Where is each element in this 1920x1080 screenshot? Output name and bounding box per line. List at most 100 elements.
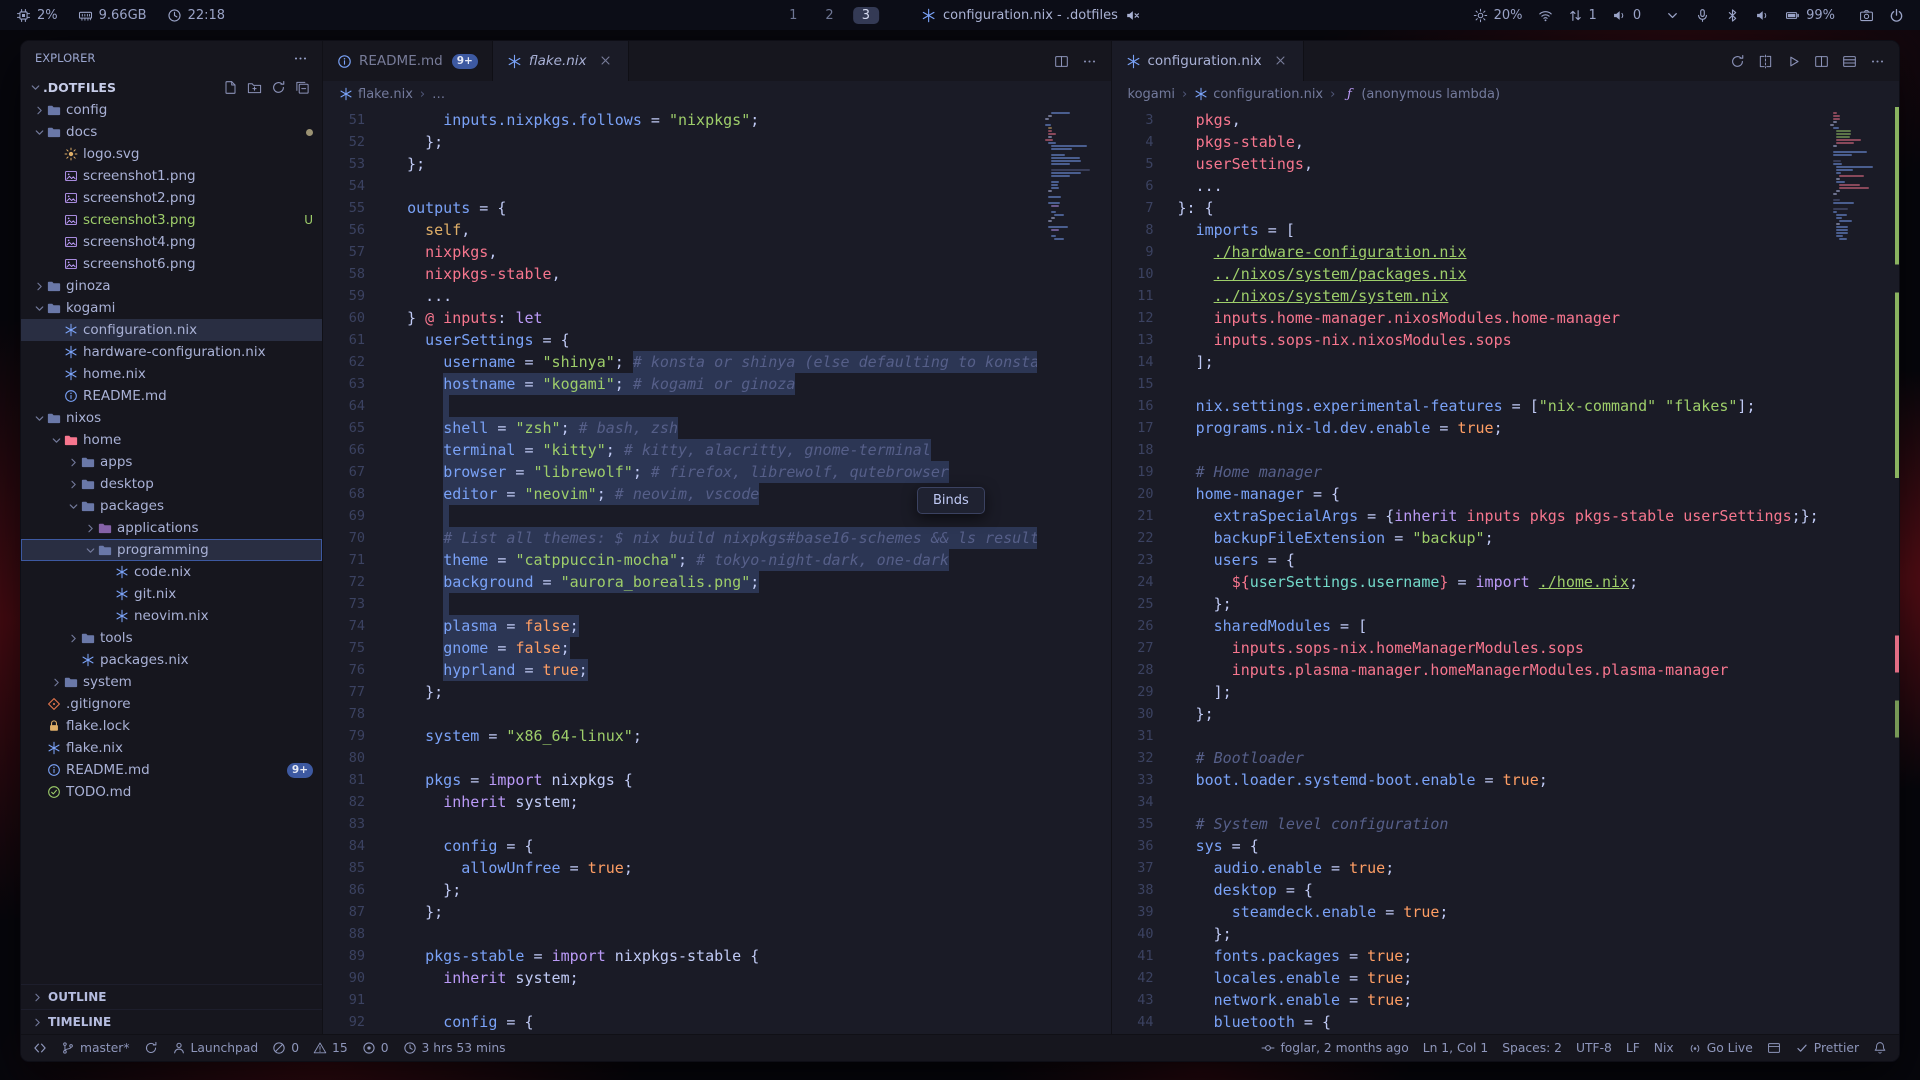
code-line[interactable]: 12 inputs.home-manager.nixosModules.home… — [1112, 307, 1826, 329]
workspace-1[interactable]: 1 — [780, 7, 806, 24]
code-line[interactable]: 90 inherit system; — [323, 967, 1037, 989]
brightness-indicator[interactable]: 20% — [1473, 8, 1523, 23]
tree-file-home-nix[interactable]: home.nix — [21, 363, 322, 385]
tree-file-screenshot6-png[interactable]: screenshot6.png — [21, 253, 322, 275]
code-line[interactable]: 66 terminal = "kitty"; # kitty, alacritt… — [323, 439, 1037, 461]
code-line[interactable]: 74 plasma = false; — [323, 615, 1037, 637]
close-icon[interactable] — [1273, 53, 1289, 69]
run-code-icon[interactable] — [1786, 54, 1801, 69]
code-line[interactable]: 85 allowUnfree = true; — [323, 857, 1037, 879]
code-line[interactable]: 17 programs.nix-ld.dev.enable = true; — [1112, 417, 1826, 439]
code-line[interactable]: 41 fonts.packages = true; — [1112, 945, 1826, 967]
code-line[interactable]: 87 }; — [323, 901, 1037, 923]
code-line[interactable]: 43 network.enable = true; — [1112, 989, 1826, 1011]
code-line[interactable]: 88 — [323, 923, 1037, 945]
mic-indicator[interactable] — [1695, 8, 1710, 23]
tab-flake-nix[interactable]: flake.nix — [493, 41, 629, 81]
errors[interactable]: 0 — [272, 1035, 299, 1061]
minimap[interactable] — [1037, 107, 1111, 1034]
code-line[interactable]: 76 hyprland = true; — [323, 659, 1037, 681]
code-line[interactable]: 67 browser = "librewolf"; # firefox, lib… — [323, 461, 1037, 483]
tree-file-code-nix[interactable]: code.nix — [21, 561, 322, 583]
tree-folder-ginoza[interactable]: ginoza — [21, 275, 322, 297]
code-line[interactable]: 29 ]; — [1112, 681, 1826, 703]
code-line[interactable]: 35 # System level configuration — [1112, 813, 1826, 835]
code-line[interactable]: 4 pkgs-stable, — [1112, 131, 1826, 153]
battery-indicator[interactable]: 99% — [1785, 8, 1835, 23]
tree-file-logo-svg[interactable]: logo.svg — [21, 143, 322, 165]
breadcrumb-[interactable]: … — [432, 87, 445, 102]
tree-folder-kogami[interactable]: kogami — [21, 297, 322, 319]
more-actions-icon[interactable] — [1082, 54, 1097, 69]
tree-file-screenshot1-png[interactable]: screenshot1.png — [21, 165, 322, 187]
code-line[interactable]: 14 ]; — [1112, 351, 1826, 373]
launchpad[interactable]: Launchpad — [172, 1035, 259, 1061]
explorer-root-folder[interactable]: .DOTFILES — [21, 75, 322, 99]
tree-folder-docs[interactable]: docs — [21, 121, 322, 143]
open-changes-icon[interactable] — [1758, 54, 1773, 69]
layout-icon[interactable] — [1842, 54, 1857, 69]
remote-indicator[interactable] — [33, 1035, 47, 1061]
tree-file-screenshot2-png[interactable]: screenshot2.png — [21, 187, 322, 209]
tree-folder-home[interactable]: home — [21, 429, 322, 451]
code-line[interactable]: 80 — [323, 747, 1037, 769]
cursor-position[interactable]: Ln 1, Col 1 — [1423, 1035, 1488, 1061]
timeline-section[interactable]: TIMELINE — [21, 1009, 322, 1034]
code-line[interactable]: 24 ${userSettings.username} = import ./h… — [1112, 571, 1826, 593]
encoding[interactable]: UTF-8 — [1576, 1035, 1612, 1061]
code-line[interactable]: 86 }; — [323, 879, 1037, 901]
code-line[interactable]: 36 sys = { — [1112, 835, 1826, 857]
code-line[interactable]: 55 outputs = { — [323, 197, 1037, 219]
new-file-icon[interactable] — [223, 80, 238, 95]
tree-file-flake-nix[interactable]: flake.nix — [21, 737, 322, 759]
outline-section[interactable]: OUTLINE — [21, 984, 322, 1009]
code-line[interactable]: 53 }; — [323, 153, 1037, 175]
code-line[interactable]: 40 }; — [1112, 923, 1826, 945]
code-line[interactable]: 26 sharedModules = [ — [1112, 615, 1826, 637]
code-line[interactable]: 78 — [323, 703, 1037, 725]
cpu-indicator[interactable]: 2% — [16, 8, 58, 23]
refresh-explorer-icon[interactable] — [271, 80, 286, 95]
code-line[interactable]: 93 allowUnfree = true; — [323, 1033, 1037, 1034]
sync-changes[interactable] — [144, 1035, 158, 1061]
code-line[interactable]: 9 ./hardware-configuration.nix — [1112, 241, 1826, 263]
more-actions-icon[interactable] — [293, 51, 308, 66]
code-line[interactable]: 57 nixpkgs, — [323, 241, 1037, 263]
code-line[interactable]: 6 ... — [1112, 175, 1826, 197]
indentation[interactable]: Spaces: 2 — [1502, 1035, 1562, 1061]
code-line[interactable]: 77 }; — [323, 681, 1037, 703]
minimap[interactable] — [1825, 107, 1899, 1034]
tab-readme-md[interactable]: README.md9+ — [323, 41, 493, 81]
code-line[interactable]: 25 }; — [1112, 593, 1826, 615]
network-traffic-indicator[interactable]: 1 — [1568, 8, 1597, 23]
code-line[interactable]: 37 audio.enable = true; — [1112, 857, 1826, 879]
code-line[interactable]: 89 pkgs-stable = import nixpkgs-stable { — [323, 945, 1037, 967]
code-line[interactable]: 32 # Bootloader — [1112, 747, 1826, 769]
go-live[interactable]: Go Live — [1688, 1035, 1753, 1061]
code-line[interactable]: 75 gnome = false; — [323, 637, 1037, 659]
code-line[interactable]: 60 } @ inputs: let — [323, 307, 1037, 329]
memory-indicator[interactable]: 9.66GB — [78, 8, 147, 23]
breadcrumb-configuration-nix[interactable]: configuration.nix — [1194, 87, 1323, 102]
bluetooth-indicator[interactable] — [1725, 8, 1740, 23]
code-line[interactable]: 59 ... — [323, 285, 1037, 307]
warnings[interactable]: 15 — [313, 1035, 348, 1061]
code-line[interactable]: 72 background = "aurora_borealis.png"; — [323, 571, 1037, 593]
code-line[interactable]: 22 backupFileExtension = "backup"; — [1112, 527, 1826, 549]
code-line[interactable]: 61 userSettings = { — [323, 329, 1037, 351]
code-line[interactable]: 56 self, — [323, 219, 1037, 241]
tree-file-packages-nix[interactable]: packages.nix — [21, 649, 322, 671]
wakatime[interactable]: 3 hrs 53 mins — [403, 1035, 506, 1061]
code-line[interactable]: 82 inherit system; — [323, 791, 1037, 813]
tree-file-neovim-nix[interactable]: neovim.nix — [21, 605, 322, 627]
code-line[interactable]: 33 boot.loader.systemd-boot.enable = tru… — [1112, 769, 1826, 791]
code-line[interactable]: 71 theme = "catppuccin-mocha"; # tokyo-n… — [323, 549, 1037, 571]
code-line[interactable]: 62 username = "shinya"; # konsta or shin… — [323, 351, 1037, 373]
tree-file-todo-md[interactable]: TODO.md — [21, 781, 322, 803]
more-actions-icon[interactable] — [1870, 54, 1885, 69]
wifi-indicator[interactable] — [1538, 8, 1553, 23]
code-line[interactable]: 92 config = { — [323, 1011, 1037, 1033]
tree-file-hardware-configuration-nix[interactable]: hardware-configuration.nix — [21, 341, 322, 363]
code-line[interactable]: 15 — [1112, 373, 1826, 395]
new-folder-icon[interactable] — [247, 80, 262, 95]
